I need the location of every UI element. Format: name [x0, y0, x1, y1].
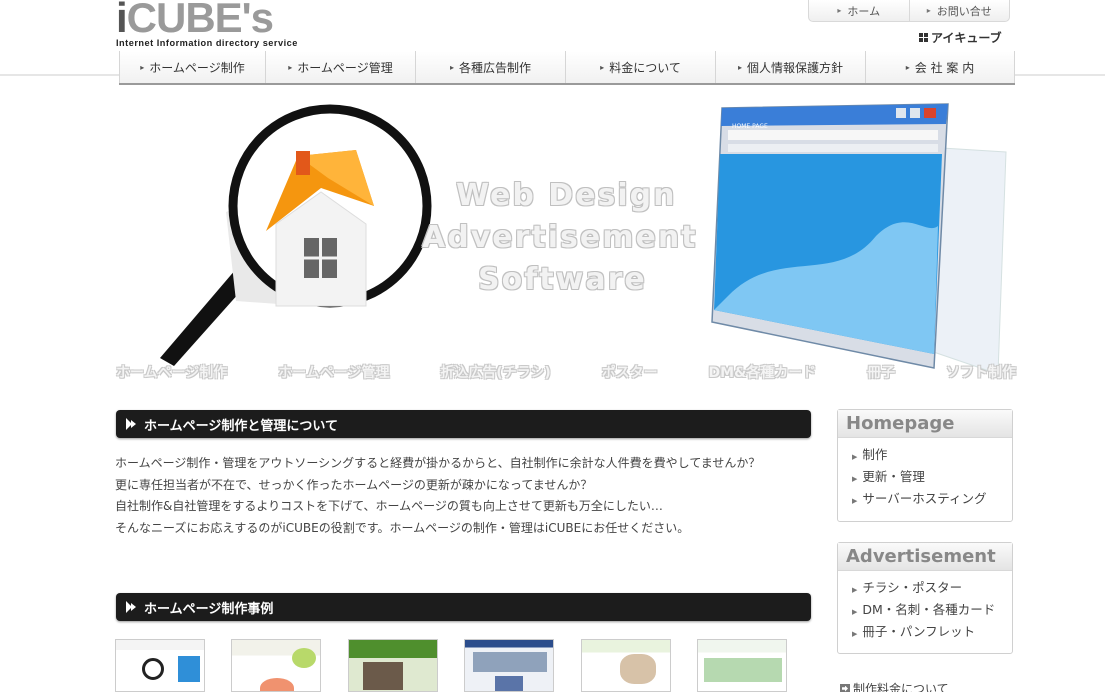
arrow-icon: ▸ — [600, 62, 605, 72]
sidebar-homepage-box: Homepage ▶ 制作 ▶ 更新・管理 ▶ サーバーホスティング — [837, 409, 1013, 522]
double-chevron-icon — [126, 418, 138, 430]
arrow-icon: ▸ — [837, 6, 842, 15]
nav-item-label: 会 社 案 内 — [914, 60, 975, 75]
sidebar-box-title: Homepage — [838, 410, 1012, 438]
logo-tagline: Internet Information directory service — [116, 38, 298, 48]
arrow-icon: ▸ — [449, 62, 454, 72]
hero-cat-poster[interactable]: ポスター — [602, 362, 658, 382]
price-link-label: 制作料金について — [853, 682, 949, 692]
hero-line-software: Software — [478, 262, 647, 297]
sidebar-item-production[interactable]: ▶ 制作 — [852, 444, 1012, 466]
work-thumbnail[interactable] — [348, 639, 438, 692]
price-link[interactable]: 制作料金について — [840, 680, 949, 692]
arrow-icon: ▸ — [288, 62, 293, 72]
hero-cat-homepage-production[interactable]: ホームページ制作 — [116, 362, 227, 382]
house-window — [304, 238, 337, 278]
triangle-icon: ▶ — [852, 608, 858, 616]
hero-cat-homepage-management[interactable]: ホームページ管理 — [278, 362, 389, 382]
sidebar-box-title: Advertisement — [838, 543, 1012, 571]
sidebar-item-label: 冊子・パンフレット — [862, 624, 976, 639]
hero-banner: Web Design Advertisement Software HOME P… — [116, 96, 1016, 388]
nav-item-label: ホームページ管理 — [297, 60, 393, 75]
top-links: ▸ ホーム ▸ お問い合せ — [808, 0, 1010, 22]
triangle-icon: ▶ — [852, 630, 858, 638]
nav-item-company[interactable]: ▸ 会 社 案 内 — [866, 51, 1015, 83]
arrow-box-icon — [840, 683, 850, 692]
cube-grid-icon — [919, 33, 928, 42]
contact-link[interactable]: ▸ お問い合せ — [908, 0, 1010, 21]
global-nav: ▸ ホームページ制作 ▸ ホームページ管理 ▸ 各種広告制作 ▸ 料金について ▸ 個人情… — [119, 51, 1015, 85]
sidebar-advertisement-box: Advertisement ▶ チラシ・ポスター ▶ DM・名刺・各種カード ▶ 冊子… — [837, 542, 1013, 654]
hero-line-web-design: Web Design — [456, 178, 677, 213]
nav-item-label: 料金について — [609, 60, 681, 75]
section-heading-about: ホームページ制作と管理について — [116, 410, 811, 438]
triangle-icon: ▶ — [852, 586, 858, 594]
nav-item-homepage-production[interactable]: ▸ ホームページ制作 — [119, 51, 266, 83]
hero-cat-software[interactable]: ソフト制作 — [946, 362, 1016, 382]
nav-item-advertising[interactable]: ▸ 各種広告制作 — [416, 51, 566, 83]
sidebar-advertisement-list: ▶ チラシ・ポスター ▶ DM・名刺・各種カード ▶ 冊子・パンフレット — [838, 571, 1012, 649]
sidebar-item-label: 更新・管理 — [862, 469, 925, 484]
triangle-icon: ▶ — [852, 497, 858, 505]
arrow-icon: ▸ — [926, 6, 931, 15]
home-link-label: ホーム — [847, 4, 881, 18]
browser-title: HOME PAGE — [732, 123, 768, 130]
sidebar-item-booklet[interactable]: ▶ 冊子・パンフレット — [852, 621, 1012, 643]
nav-item-label: 個人情報保護方針 — [747, 60, 844, 75]
arrow-icon: ▸ — [905, 62, 910, 72]
hero-line-advertisement: Advertisement — [422, 220, 698, 255]
sidebar-item-dm-cards[interactable]: ▶ DM・名刺・各種カード — [852, 599, 1012, 621]
section-title: ホームページ制作と管理について — [144, 418, 338, 434]
section-title: ホームページ制作事例 — [144, 601, 274, 617]
nav-item-label: ホームページ制作 — [149, 60, 245, 75]
work-thumbnail[interactable] — [115, 639, 205, 692]
arrow-icon: ▸ — [737, 62, 742, 72]
section-heading-works: ホームページ制作事例 — [116, 593, 811, 621]
hero-cat-booklet[interactable]: 冊子 — [867, 362, 895, 382]
browser-window — [711, 103, 949, 369]
sidebar-homepage-list: ▶ 制作 ▶ 更新・管理 ▶ サーバーホスティング — [838, 438, 1012, 516]
sidebar-item-label: サーバーホスティング — [862, 491, 987, 506]
triangle-icon: ▶ — [852, 453, 858, 461]
intro-text: ホームページ制作・管理をアウトソーシングすると経費が掛かるからと、自社制作に余計… — [115, 453, 815, 539]
hero-cat-flyer[interactable]: 折込広告(チラシ) — [440, 362, 551, 382]
hero-categories: ホームページ制作 ホームページ管理 折込広告(チラシ) ポスター DM&各種カー… — [116, 362, 1016, 382]
contact-link-label: お問い合せ — [936, 4, 992, 18]
company-brand: アイキューブ — [919, 29, 1002, 46]
home-link[interactable]: ▸ ホーム — [809, 0, 909, 21]
work-thumbnail[interactable] — [697, 639, 787, 692]
logo-wordmark: iCUBE's — [116, 0, 274, 41]
site-logo[interactable]: iCUBE's Internet Information directory s… — [116, 0, 326, 48]
works-thumbnails — [115, 639, 815, 692]
nav-item-privacy[interactable]: ▸ 個人情報保護方針 — [716, 51, 866, 83]
work-thumbnail[interactable] — [231, 639, 321, 692]
nav-item-label: 各種広告制作 — [459, 60, 532, 75]
brand-name: アイキューブ — [931, 31, 1002, 45]
intro-line: 自社制作&自社管理をするよりコストを下げて、ホームページの質も向上させて更新も万… — [115, 499, 663, 513]
work-thumbnail[interactable] — [581, 639, 671, 692]
intro-line: ホームページ制作・管理をアウトソーシングすると経費が掛かるからと、自社制作に余計… — [115, 456, 761, 470]
work-thumbnail[interactable] — [464, 639, 554, 692]
nav-item-homepage-management[interactable]: ▸ ホームページ管理 — [266, 51, 416, 83]
sidebar-item-label: DM・名刺・各種カード — [862, 602, 996, 617]
arrow-icon: ▸ — [140, 62, 145, 72]
sidebar-item-label: 制作 — [862, 447, 888, 462]
intro-line: そんなニーズにお応えするのがiCUBEの役割です。ホームページの制作・管理はiC… — [115, 520, 690, 535]
sidebar-item-label: チラシ・ポスター — [862, 580, 963, 595]
house-chimney — [296, 151, 310, 175]
hero-cat-dm-cards[interactable]: DM&各種カード — [709, 362, 817, 382]
triangle-icon: ▶ — [852, 475, 858, 483]
sidebar-item-update-management[interactable]: ▶ 更新・管理 — [852, 466, 1012, 488]
nav-item-pricing[interactable]: ▸ 料金について — [566, 51, 716, 83]
sidebar-item-server-hosting[interactable]: ▶ サーバーホスティング — [852, 488, 1012, 510]
sidebar-item-flyer-poster[interactable]: ▶ チラシ・ポスター — [852, 577, 1012, 599]
intro-line: 更に専任担当者が不在で、せっかく作ったホームページの更新が疎かになってませんか？ — [115, 477, 593, 492]
double-chevron-icon — [126, 601, 138, 613]
